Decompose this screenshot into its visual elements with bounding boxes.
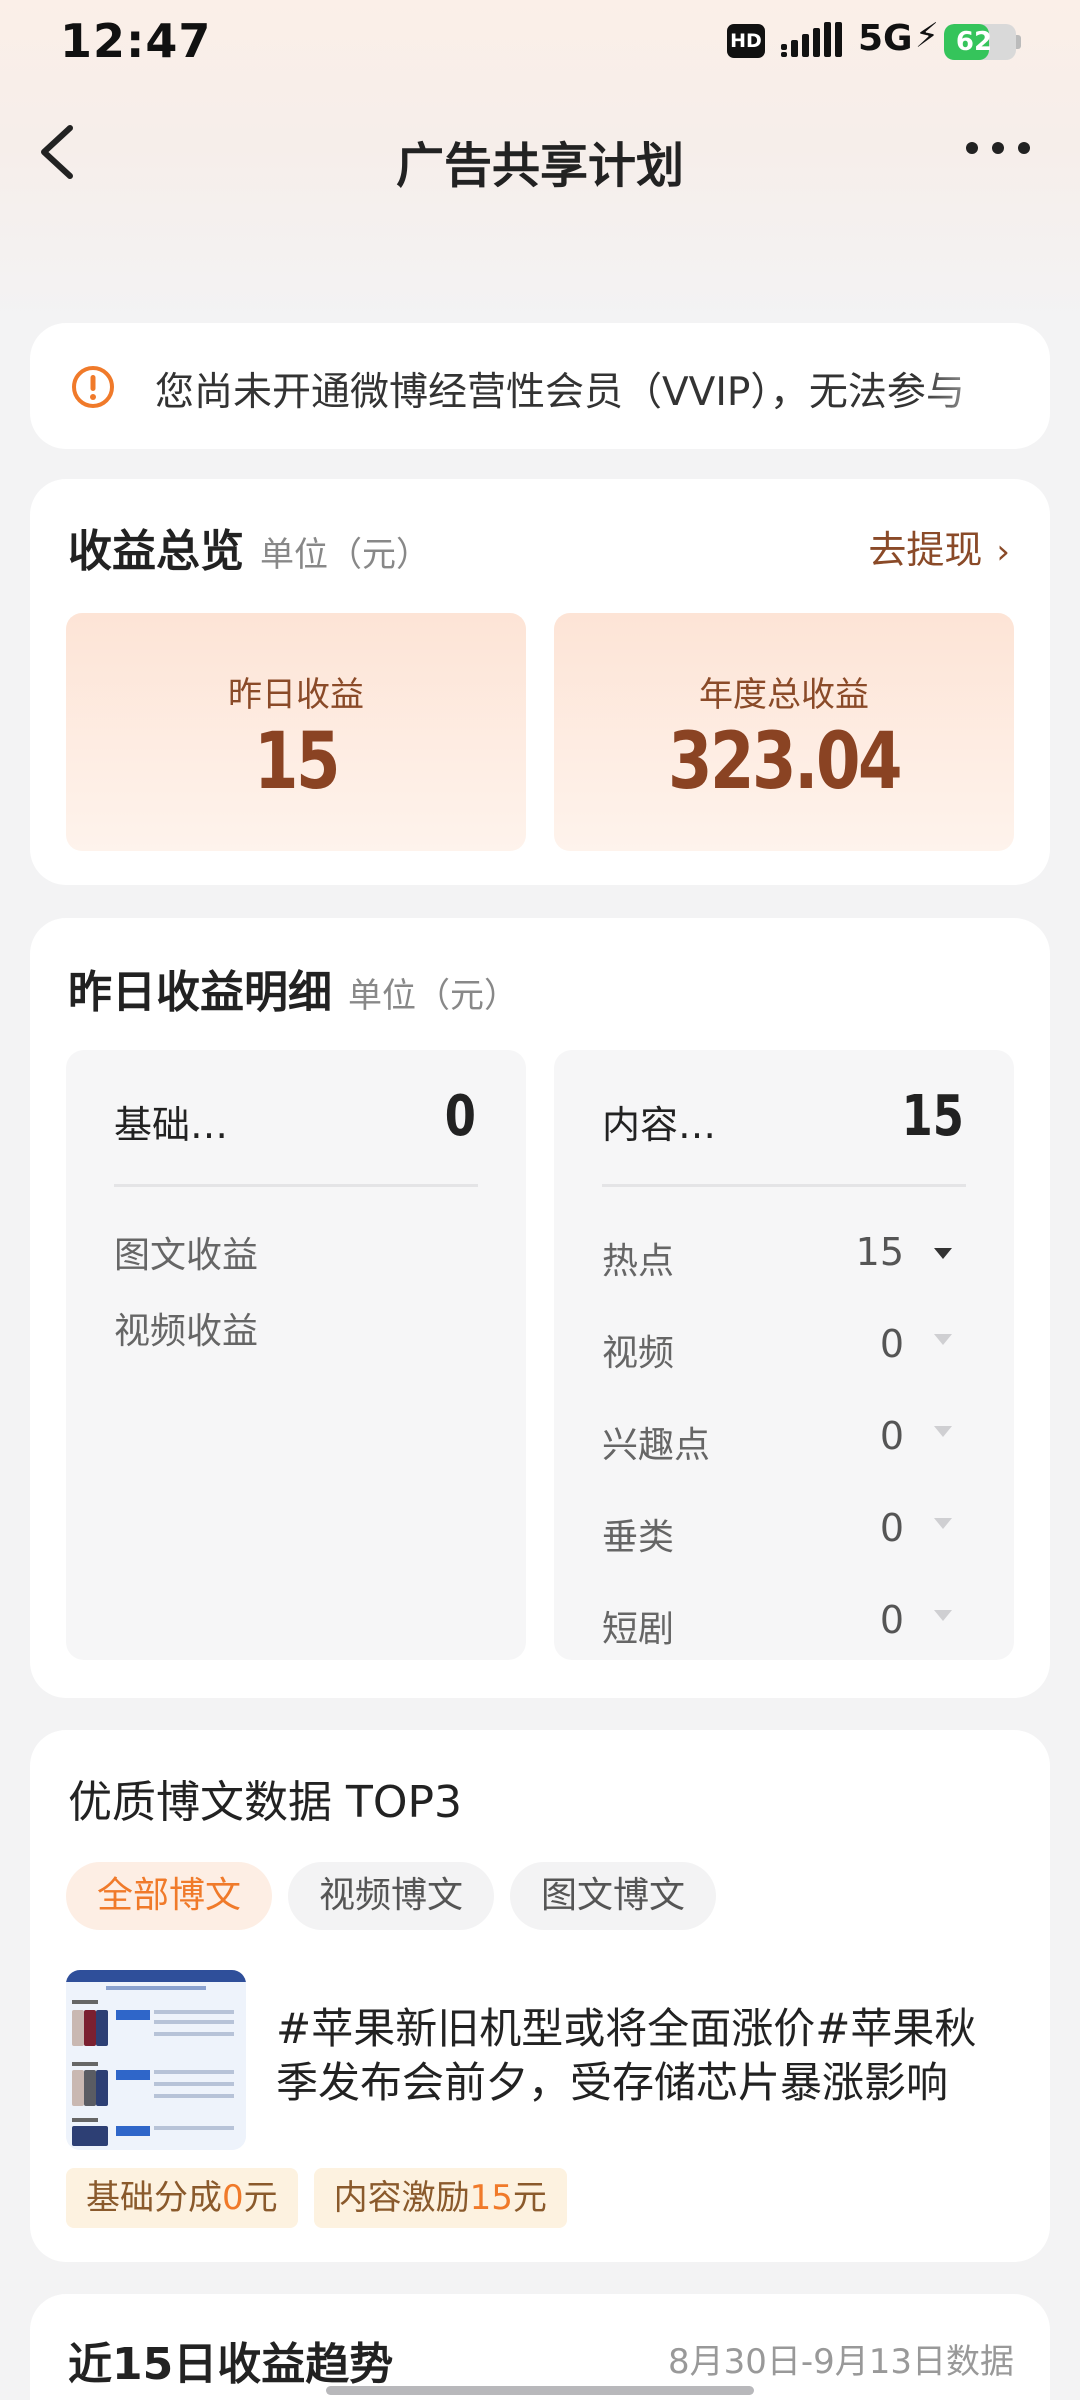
post-text[interactable]: #苹果新旧机型或将全面涨价#苹果秋季发布会前夕，受存储芯片暴涨影响	[276, 2002, 1016, 2110]
yesterday-earnings-tile: 昨日收益 15	[66, 613, 526, 851]
caret-down-icon[interactable]	[934, 1518, 952, 1529]
page-title: 广告共享计划	[395, 138, 684, 194]
caret-down-icon[interactable]	[934, 1610, 952, 1621]
post-thumbnail[interactable]	[66, 1970, 246, 2150]
basic-item-label: 视频收益	[114, 1311, 259, 1352]
annual-earnings-label: 年度总收益	[699, 675, 869, 715]
yesterday-earnings-value: 15	[253, 717, 341, 807]
tab-all-posts[interactable]: 全部博文	[66, 1862, 273, 1930]
basic-share-amount: 0	[222, 2178, 244, 2218]
content-item-value: 15	[855, 1230, 904, 1274]
top3-title: 优质博文数据 TOP3	[68, 1777, 463, 1828]
content-item-label: 短剧	[602, 1609, 675, 1650]
detail-title: 昨日收益明细 单位（元）	[68, 956, 518, 1020]
yesterday-detail-card: 昨日收益明细 单位（元） 基础… 0 图文收益 视频收益 内容… 15 热点 15…	[30, 918, 1050, 1698]
earnings-trend-card: 近15日收益趋势 8月30日-9月13日数据	[30, 2294, 1050, 2400]
yesterday-earnings-label: 昨日收益	[228, 675, 364, 715]
content-earnings-value: 15	[901, 1084, 964, 1149]
charging-icon: ⚡	[915, 16, 939, 56]
status-time: 12:47	[60, 14, 212, 68]
tab-video-posts[interactable]: 视频博文	[288, 1862, 495, 1930]
basic-share-unit: 元	[243, 2178, 278, 2218]
annual-earnings-value: 323.04	[667, 717, 903, 807]
status-bar: 12:47 HD 5G ⚡ 62	[0, 0, 1080, 84]
content-item-value: 0	[879, 1414, 904, 1458]
content-item-value: 0	[879, 1506, 904, 1550]
more-icon[interactable]	[960, 126, 1040, 176]
content-incentive-amount: 15	[469, 2178, 513, 2218]
signal-icon	[781, 22, 842, 57]
divider	[114, 1184, 478, 1187]
trend-title: 近15日收益趋势	[68, 2339, 394, 2390]
network-type: 5G	[858, 18, 913, 59]
content-incentive-label: 内容激励	[333, 2178, 470, 2218]
content-earnings-label: 内容…	[602, 1103, 717, 1147]
content-item-label: 垂类	[602, 1517, 675, 1558]
home-indicator[interactable]	[326, 2386, 754, 2395]
basic-earnings-value: 0	[444, 1084, 476, 1149]
warning-icon	[72, 366, 114, 408]
nav-bar: 广告共享计划	[0, 100, 1080, 204]
overview-title-text: 收益总览	[68, 526, 244, 577]
post-filter-tabs: 全部博文 视频博文 图文博文	[66, 1862, 732, 1930]
caret-down-icon[interactable]	[934, 1334, 952, 1345]
caret-down-icon[interactable]	[934, 1426, 952, 1437]
content-incentive-badge: 内容激励15元	[313, 2168, 567, 2228]
content-incentive-unit: 元	[512, 2178, 547, 2218]
basic-share-label: 基础分成	[86, 2178, 222, 2218]
earnings-overview-card: 收益总览 单位（元） 去提现 › 昨日收益 15 年度总收益 323.04	[30, 479, 1050, 885]
content-item-label: 视频	[602, 1333, 675, 1374]
content-earnings-panel: 内容… 15 热点 15 视频 0 兴趣点 0 垂类 0 短剧 0	[554, 1050, 1014, 1660]
trend-date-range: 8月30日-9月13日数据	[667, 2342, 1014, 2382]
basic-item-label: 图文收益	[114, 1235, 259, 1276]
post-thumbnail-image	[66, 1970, 246, 2150]
caret-down-icon[interactable]	[934, 1248, 952, 1259]
battery-icon: 62	[944, 24, 1016, 60]
withdraw-link[interactable]: 去提现 ›	[868, 519, 1010, 574]
content-item-value: 0	[879, 1598, 904, 1642]
annual-earnings-tile: 年度总收益 323.04	[554, 613, 1014, 851]
detail-title-text: 昨日收益明细	[68, 967, 332, 1018]
vvip-notice[interactable]: 您尚未开通微博经营性会员（VVIP），无法参与	[30, 323, 1050, 449]
battery-level: 62	[955, 27, 993, 57]
content-item-value: 0	[879, 1322, 904, 1366]
basic-earnings-panel: 基础… 0 图文收益 视频收益	[66, 1050, 526, 1660]
overview-unit: 单位（元）	[260, 535, 430, 575]
tab-image-text-posts[interactable]: 图文博文	[510, 1862, 717, 1930]
content-item-label: 兴趣点	[602, 1425, 711, 1466]
withdraw-label: 去提现	[868, 528, 983, 572]
top3-posts-card: 优质博文数据 TOP3 全部博文 视频博文 图文博文 #苹果新旧机型或将全面涨价…	[30, 1730, 1050, 2262]
hd-badge: HD	[727, 24, 765, 58]
battery-cap	[1016, 35, 1021, 49]
basic-earnings-label: 基础…	[114, 1103, 229, 1147]
notice-text: 您尚未开通微博经营性会员（VVIP），无法参与	[155, 370, 965, 415]
basic-share-badge: 基础分成0元	[66, 2168, 298, 2228]
post-earnings-badges: 基础分成0元 内容激励15元	[66, 2168, 583, 2228]
detail-unit: 单位（元）	[348, 976, 518, 1016]
overview-title: 收益总览 单位（元）	[68, 515, 430, 579]
chevron-right-icon: ›	[996, 532, 1010, 572]
content-item-label: 热点	[602, 1241, 675, 1282]
divider	[602, 1184, 966, 1187]
